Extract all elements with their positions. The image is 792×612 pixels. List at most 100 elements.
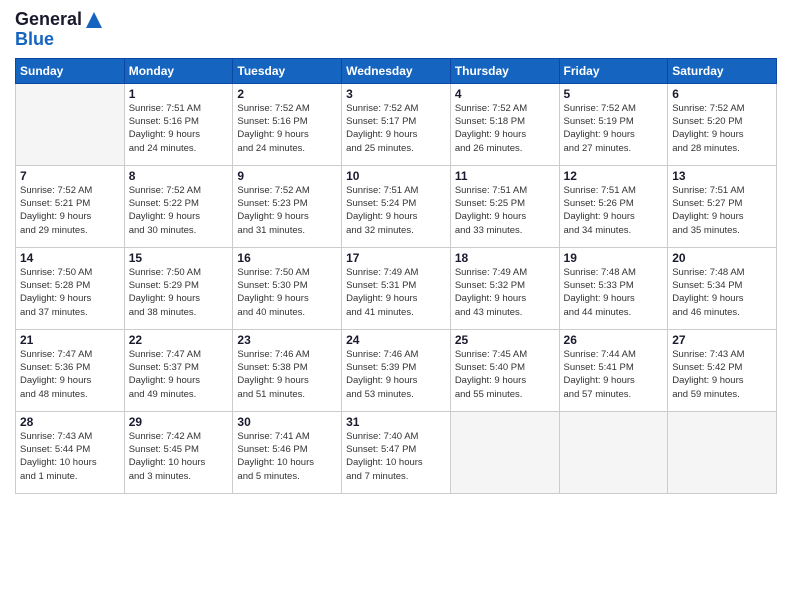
calendar-cell: 7Sunrise: 7:52 AM Sunset: 5:21 PM Daylig… <box>16 165 125 247</box>
calendar-cell: 17Sunrise: 7:49 AM Sunset: 5:31 PM Dayli… <box>342 247 451 329</box>
day-info: Sunrise: 7:52 AM Sunset: 5:16 PM Dayligh… <box>237 102 337 155</box>
calendar-cell: 15Sunrise: 7:50 AM Sunset: 5:29 PM Dayli… <box>124 247 233 329</box>
calendar-cell: 25Sunrise: 7:45 AM Sunset: 5:40 PM Dayli… <box>450 329 559 411</box>
day-number: 8 <box>129 169 229 183</box>
calendar-cell: 10Sunrise: 7:51 AM Sunset: 5:24 PM Dayli… <box>342 165 451 247</box>
day-info: Sunrise: 7:52 AM Sunset: 5:20 PM Dayligh… <box>672 102 772 155</box>
day-number: 31 <box>346 415 446 429</box>
page-container: General Blue SundayMondayTuesdayWednesda… <box>0 0 792 504</box>
day-info: Sunrise: 7:51 AM Sunset: 5:27 PM Dayligh… <box>672 184 772 237</box>
calendar-week-row: 7Sunrise: 7:52 AM Sunset: 5:21 PM Daylig… <box>16 165 777 247</box>
calendar-cell: 28Sunrise: 7:43 AM Sunset: 5:44 PM Dayli… <box>16 411 125 493</box>
day-number: 12 <box>564 169 664 183</box>
calendar-cell: 13Sunrise: 7:51 AM Sunset: 5:27 PM Dayli… <box>668 165 777 247</box>
calendar-cell: 23Sunrise: 7:46 AM Sunset: 5:38 PM Dayli… <box>233 329 342 411</box>
day-info: Sunrise: 7:43 AM Sunset: 5:44 PM Dayligh… <box>20 430 120 483</box>
day-number: 7 <box>20 169 120 183</box>
day-number: 11 <box>455 169 555 183</box>
calendar-cell: 6Sunrise: 7:52 AM Sunset: 5:20 PM Daylig… <box>668 83 777 165</box>
day-info: Sunrise: 7:52 AM Sunset: 5:21 PM Dayligh… <box>20 184 120 237</box>
day-number: 6 <box>672 87 772 101</box>
day-number: 3 <box>346 87 446 101</box>
day-info: Sunrise: 7:48 AM Sunset: 5:34 PM Dayligh… <box>672 266 772 319</box>
day-info: Sunrise: 7:43 AM Sunset: 5:42 PM Dayligh… <box>672 348 772 401</box>
day-info: Sunrise: 7:51 AM Sunset: 5:26 PM Dayligh… <box>564 184 664 237</box>
calendar-cell: 9Sunrise: 7:52 AM Sunset: 5:23 PM Daylig… <box>233 165 342 247</box>
calendar-cell <box>559 411 668 493</box>
calendar-cell: 16Sunrise: 7:50 AM Sunset: 5:30 PM Dayli… <box>233 247 342 329</box>
day-info: Sunrise: 7:42 AM Sunset: 5:45 PM Dayligh… <box>129 430 229 483</box>
logo-icon <box>84 10 104 30</box>
calendar-cell: 30Sunrise: 7:41 AM Sunset: 5:46 PM Dayli… <box>233 411 342 493</box>
day-info: Sunrise: 7:48 AM Sunset: 5:33 PM Dayligh… <box>564 266 664 319</box>
day-info: Sunrise: 7:52 AM Sunset: 5:19 PM Dayligh… <box>564 102 664 155</box>
day-number: 2 <box>237 87 337 101</box>
calendar-week-row: 28Sunrise: 7:43 AM Sunset: 5:44 PM Dayli… <box>16 411 777 493</box>
day-info: Sunrise: 7:40 AM Sunset: 5:47 PM Dayligh… <box>346 430 446 483</box>
calendar-cell: 11Sunrise: 7:51 AM Sunset: 5:25 PM Dayli… <box>450 165 559 247</box>
day-number: 9 <box>237 169 337 183</box>
day-info: Sunrise: 7:46 AM Sunset: 5:38 PM Dayligh… <box>237 348 337 401</box>
day-info: Sunrise: 7:45 AM Sunset: 5:40 PM Dayligh… <box>455 348 555 401</box>
calendar-cell: 2Sunrise: 7:52 AM Sunset: 5:16 PM Daylig… <box>233 83 342 165</box>
weekday-header: Monday <box>124 58 233 83</box>
weekday-header-row: SundayMondayTuesdayWednesdayThursdayFrid… <box>16 58 777 83</box>
day-number: 16 <box>237 251 337 265</box>
day-info: Sunrise: 7:46 AM Sunset: 5:39 PM Dayligh… <box>346 348 446 401</box>
day-number: 17 <box>346 251 446 265</box>
day-number: 25 <box>455 333 555 347</box>
weekday-header: Wednesday <box>342 58 451 83</box>
calendar-cell: 14Sunrise: 7:50 AM Sunset: 5:28 PM Dayli… <box>16 247 125 329</box>
calendar-cell: 31Sunrise: 7:40 AM Sunset: 5:47 PM Dayli… <box>342 411 451 493</box>
day-number: 13 <box>672 169 772 183</box>
calendar-cell: 22Sunrise: 7:47 AM Sunset: 5:37 PM Dayli… <box>124 329 233 411</box>
calendar-cell: 24Sunrise: 7:46 AM Sunset: 5:39 PM Dayli… <box>342 329 451 411</box>
day-number: 19 <box>564 251 664 265</box>
day-info: Sunrise: 7:41 AM Sunset: 5:46 PM Dayligh… <box>237 430 337 483</box>
day-number: 5 <box>564 87 664 101</box>
day-number: 1 <box>129 87 229 101</box>
day-number: 4 <box>455 87 555 101</box>
calendar-cell <box>16 83 125 165</box>
calendar-cell: 3Sunrise: 7:52 AM Sunset: 5:17 PM Daylig… <box>342 83 451 165</box>
day-info: Sunrise: 7:50 AM Sunset: 5:28 PM Dayligh… <box>20 266 120 319</box>
logo-general: General <box>15 10 82 30</box>
day-info: Sunrise: 7:51 AM Sunset: 5:24 PM Dayligh… <box>346 184 446 237</box>
calendar-cell: 20Sunrise: 7:48 AM Sunset: 5:34 PM Dayli… <box>668 247 777 329</box>
calendar-cell: 26Sunrise: 7:44 AM Sunset: 5:41 PM Dayli… <box>559 329 668 411</box>
day-info: Sunrise: 7:52 AM Sunset: 5:17 PM Dayligh… <box>346 102 446 155</box>
calendar-cell: 12Sunrise: 7:51 AM Sunset: 5:26 PM Dayli… <box>559 165 668 247</box>
calendar-week-row: 21Sunrise: 7:47 AM Sunset: 5:36 PM Dayli… <box>16 329 777 411</box>
calendar-cell: 5Sunrise: 7:52 AM Sunset: 5:19 PM Daylig… <box>559 83 668 165</box>
day-number: 15 <box>129 251 229 265</box>
logo: General Blue <box>15 10 104 50</box>
calendar-week-row: 14Sunrise: 7:50 AM Sunset: 5:28 PM Dayli… <box>16 247 777 329</box>
calendar-cell: 8Sunrise: 7:52 AM Sunset: 5:22 PM Daylig… <box>124 165 233 247</box>
day-info: Sunrise: 7:49 AM Sunset: 5:32 PM Dayligh… <box>455 266 555 319</box>
calendar-cell: 4Sunrise: 7:52 AM Sunset: 5:18 PM Daylig… <box>450 83 559 165</box>
day-number: 29 <box>129 415 229 429</box>
day-info: Sunrise: 7:47 AM Sunset: 5:36 PM Dayligh… <box>20 348 120 401</box>
day-number: 26 <box>564 333 664 347</box>
day-number: 24 <box>346 333 446 347</box>
calendar-cell: 19Sunrise: 7:48 AM Sunset: 5:33 PM Dayli… <box>559 247 668 329</box>
logo-blue: Blue <box>15 30 54 50</box>
page-header: General Blue <box>15 10 777 50</box>
calendar-cell: 27Sunrise: 7:43 AM Sunset: 5:42 PM Dayli… <box>668 329 777 411</box>
calendar-week-row: 1Sunrise: 7:51 AM Sunset: 5:16 PM Daylig… <box>16 83 777 165</box>
calendar-cell: 21Sunrise: 7:47 AM Sunset: 5:36 PM Dayli… <box>16 329 125 411</box>
day-info: Sunrise: 7:44 AM Sunset: 5:41 PM Dayligh… <box>564 348 664 401</box>
calendar-cell: 29Sunrise: 7:42 AM Sunset: 5:45 PM Dayli… <box>124 411 233 493</box>
day-info: Sunrise: 7:50 AM Sunset: 5:29 PM Dayligh… <box>129 266 229 319</box>
day-number: 27 <box>672 333 772 347</box>
weekday-header: Tuesday <box>233 58 342 83</box>
day-number: 28 <box>20 415 120 429</box>
day-info: Sunrise: 7:47 AM Sunset: 5:37 PM Dayligh… <box>129 348 229 401</box>
calendar-cell <box>450 411 559 493</box>
day-info: Sunrise: 7:52 AM Sunset: 5:22 PM Dayligh… <box>129 184 229 237</box>
day-number: 23 <box>237 333 337 347</box>
day-number: 20 <box>672 251 772 265</box>
day-info: Sunrise: 7:51 AM Sunset: 5:25 PM Dayligh… <box>455 184 555 237</box>
day-number: 30 <box>237 415 337 429</box>
day-info: Sunrise: 7:51 AM Sunset: 5:16 PM Dayligh… <box>129 102 229 155</box>
